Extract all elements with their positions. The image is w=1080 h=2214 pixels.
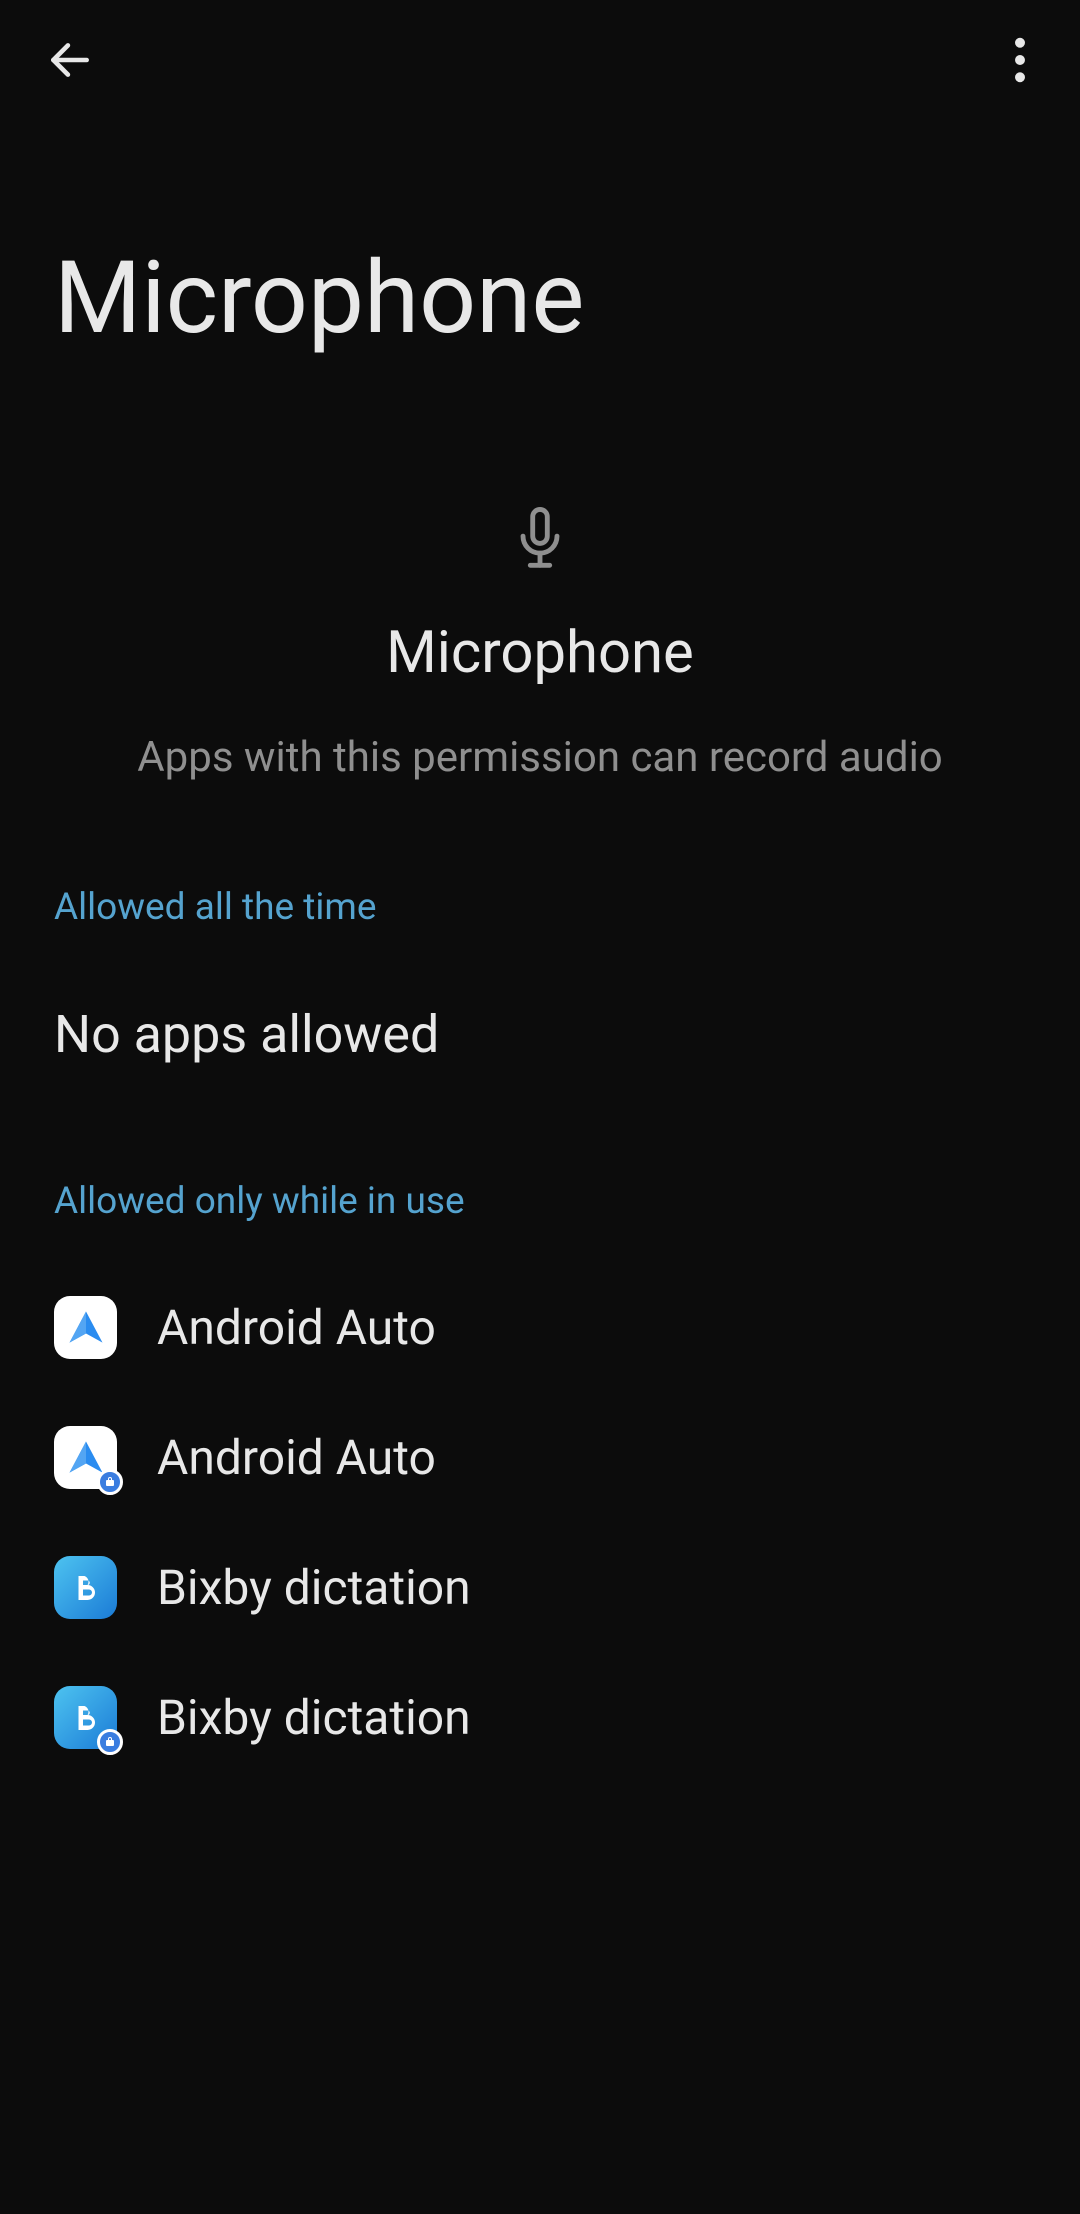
android-auto-icon (54, 1296, 117, 1359)
page-title: Microphone (0, 120, 1080, 357)
bixby-icon (54, 1556, 117, 1619)
app-row-android-auto[interactable]: Android Auto (54, 1263, 1026, 1393)
more-vertical-icon (1014, 37, 1026, 83)
more-options-button[interactable] (990, 30, 1050, 90)
section-header-while-in-use: Allowed only while in use (0, 1180, 1080, 1223)
app-icon (54, 1296, 117, 1359)
app-row-bixby-dictation-work[interactable]: Bixby dictation (54, 1653, 1026, 1783)
app-label: Bixby dictation (157, 1689, 471, 1746)
microphone-icon (510, 507, 570, 579)
app-icon (54, 1686, 117, 1749)
permission-description: Apps with this permission can record aud… (137, 731, 942, 786)
app-list: Android Auto Android Auto (0, 1263, 1080, 1783)
no-apps-text: No apps allowed (0, 969, 1080, 1100)
arrow-back-icon (45, 35, 95, 85)
app-row-android-auto-work[interactable]: Android Auto (54, 1393, 1026, 1523)
app-label: Android Auto (157, 1429, 436, 1486)
permission-name: Microphone (386, 619, 694, 687)
section-header-all-time: Allowed all the time (0, 886, 1080, 929)
app-row-bixby-dictation[interactable]: Bixby dictation (54, 1523, 1026, 1653)
app-icon (54, 1426, 117, 1489)
app-label: Android Auto (157, 1299, 436, 1356)
app-icon (54, 1556, 117, 1619)
back-button[interactable] (40, 30, 100, 90)
toolbar (0, 0, 1080, 120)
permission-hero: Microphone Apps with this permission can… (0, 507, 1080, 786)
work-profile-badge-icon (97, 1469, 123, 1495)
work-profile-badge-icon (97, 1729, 123, 1755)
app-label: Bixby dictation (157, 1559, 471, 1616)
